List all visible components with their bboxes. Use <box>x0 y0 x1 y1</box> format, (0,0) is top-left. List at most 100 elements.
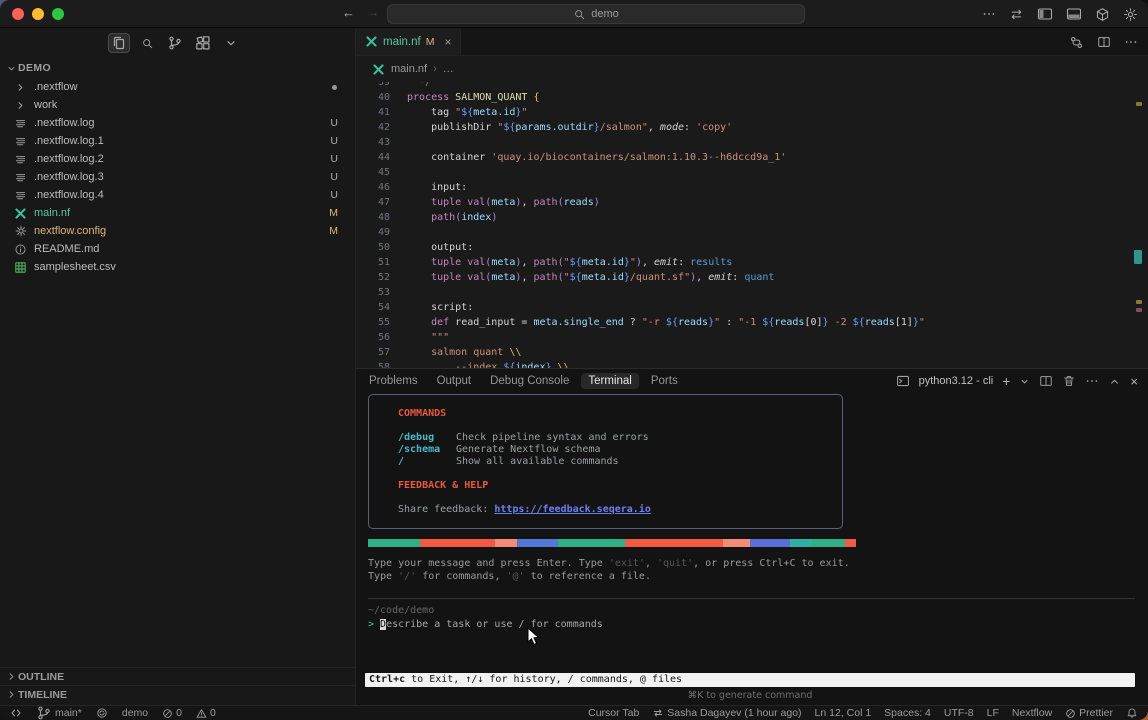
status-item-main-[interactable]: main* <box>36 705 82 720</box>
help-command[interactable]: / <box>398 456 456 468</box>
shell-label[interactable]: python3.12 - cli <box>919 375 994 387</box>
code-line[interactable]: 56 """ <box>356 330 1148 345</box>
tab-main-nf[interactable]: main.nf M × <box>356 28 461 55</box>
code-line[interactable]: 54 script: <box>356 300 1148 315</box>
layout-panel-icon[interactable] <box>1066 6 1082 22</box>
minimize-window-button[interactable] <box>32 8 44 20</box>
file-row[interactable]: .nextflow.log.1U <box>0 132 355 150</box>
file-row[interactable]: README.md <box>0 240 355 258</box>
file-row[interactable]: main.nfM <box>0 204 355 222</box>
panel-tab-output[interactable]: Output <box>430 373 479 389</box>
code-line[interactable]: 46 input: <box>356 180 1148 195</box>
panel-tab-terminal[interactable]: Terminal <box>581 373 638 389</box>
line-text: publishDir "${params.outdir}/salmon", mo… <box>390 120 732 135</box>
gradient-segment <box>812 539 845 547</box>
file-row[interactable]: .nextflow.logU <box>0 114 355 132</box>
terminal-prompt[interactable]: >Describe a task or use / for commands <box>368 618 603 631</box>
code-line[interactable]: 41 tag "${meta.id}" <box>356 105 1148 120</box>
code-line[interactable]: 55 def read_input = meta.single_end ? "-… <box>356 315 1148 330</box>
file-row[interactable]: nextflow.configM <box>0 222 355 240</box>
code-line[interactable]: 53 <box>356 285 1148 300</box>
close-icon[interactable]: × <box>444 35 451 49</box>
code-line[interactable]: 44 container 'quay.io/biocontainers/salm… <box>356 150 1148 165</box>
source-control-icon[interactable] <box>164 33 186 53</box>
search-sidebar-icon[interactable] <box>136 33 158 53</box>
code-line[interactable]: 58 --index ${index} \\ <box>356 360 1148 368</box>
breadcrumb-more[interactable]: … <box>443 63 454 75</box>
files-icon[interactable] <box>108 33 130 53</box>
maximize-panel-icon[interactable] <box>1108 375 1121 388</box>
status-item-lf[interactable]: LF <box>987 707 999 719</box>
kill-terminal-icon[interactable] <box>1062 374 1076 388</box>
more-actions-icon[interactable] <box>1085 374 1099 388</box>
swap-icon[interactable] <box>1009 7 1024 22</box>
status-item-sasha-dagayev-1-hour-ago-[interactable]: Sasha Dagayev (1 hour ago) <box>652 707 801 719</box>
status-item-utf-8[interactable]: UTF-8 <box>944 707 974 719</box>
breadcrumb[interactable]: main.nf › … <box>356 56 1148 82</box>
extensions-icon[interactable] <box>192 33 214 53</box>
status-item-ln-12-col-1[interactable]: Ln 12, Col 1 <box>815 707 872 719</box>
split-terminal-icon[interactable] <box>1039 374 1053 388</box>
code-line[interactable]: 48 path(index) <box>356 210 1148 225</box>
panel-tab-problems[interactable]: Problems <box>362 373 425 389</box>
code-line[interactable]: 50 output: <box>356 240 1148 255</box>
panel-tab-ports[interactable]: Ports <box>644 373 685 389</box>
code-line[interactable]: 40process SALMON_QUANT { <box>356 90 1148 105</box>
open-changes-icon[interactable] <box>1069 35 1084 50</box>
more-actions-icon[interactable] <box>1124 35 1138 49</box>
forward-button[interactable]: → <box>368 7 379 19</box>
status-item[interactable] <box>96 707 108 719</box>
file-row[interactable]: work <box>0 96 355 114</box>
status-item-cursor-tab[interactable]: Cursor Tab <box>588 707 639 719</box>
line-text: tag "${meta.id}" <box>390 105 527 120</box>
panel-tab-debug-console[interactable]: Debug Console <box>483 373 576 389</box>
layout-sidebar-icon[interactable] <box>1037 6 1053 22</box>
code-line[interactable]: 43 <box>356 135 1148 150</box>
close-panel-icon[interactable]: × <box>1130 374 1138 389</box>
feedback-link[interactable]: https://feedback.seqera.io <box>494 504 651 515</box>
more-actions-icon[interactable] <box>982 7 996 21</box>
status-item[interactable] <box>1126 707 1138 719</box>
code-line[interactable]: 49 <box>356 225 1148 240</box>
status-item[interactable] <box>10 707 22 719</box>
gear-icon[interactable] <box>1123 7 1138 22</box>
code-line[interactable]: 57 salmon quant \\ <box>356 345 1148 360</box>
back-button[interactable]: ← <box>342 5 355 20</box>
help-command[interactable]: /debug <box>398 432 456 444</box>
sidebar-section-outline[interactable]: OUTLINE <box>0 667 355 685</box>
code-editor[interactable]: 39 */40process SALMON_QUANT {41 tag "${m… <box>356 82 1148 368</box>
status-item-0[interactable]: 0 <box>162 707 182 719</box>
breadcrumb-file[interactable]: main.nf <box>391 63 427 75</box>
status-item-prettier[interactable]: Prettier <box>1065 707 1113 719</box>
code-line[interactable]: 51 tuple val(meta), path("${meta.id}"), … <box>356 255 1148 270</box>
file-row[interactable]: samplesheet.csv <box>0 258 355 276</box>
split-editor-icon[interactable] <box>1097 35 1111 49</box>
titlebar: ← → demo <box>0 0 1148 28</box>
code-line[interactable]: 42 publishDir "${params.outdir}/salmon",… <box>356 120 1148 135</box>
status-item-spaces-4[interactable]: Spaces: 4 <box>884 707 931 719</box>
code-line[interactable]: 52 tuple val(meta), path("${meta.id}/qua… <box>356 270 1148 285</box>
command-center-search[interactable]: demo <box>387 4 805 24</box>
chevron-down-icon[interactable] <box>220 33 242 53</box>
status-item-demo[interactable]: demo <box>122 707 148 719</box>
code-line[interactable]: 39 */ <box>356 82 1148 90</box>
terminal[interactable]: COMMANDS/debugCheck pipeline syntax and … <box>356 393 1148 705</box>
new-terminal-button[interactable]: + <box>1002 373 1010 389</box>
status-item-0[interactable]: 0 <box>196 707 216 719</box>
file-row[interactable]: .nextflow.log.2U <box>0 150 355 168</box>
file-row[interactable]: .nextflow.log.3U <box>0 168 355 186</box>
file-row[interactable]: .nextflow.log.4U <box>0 186 355 204</box>
table-grid-icon <box>13 261 28 274</box>
zoom-window-button[interactable] <box>52 8 64 20</box>
explorer-section-header[interactable]: DEMO <box>0 58 355 78</box>
chevron-down-icon[interactable] <box>1019 376 1030 387</box>
sidebar-section-timeline[interactable]: TIMELINE <box>0 685 355 703</box>
help-command[interactable]: /schema <box>398 444 456 456</box>
code-line[interactable]: 45 <box>356 165 1148 180</box>
gradient-segment <box>790 539 812 547</box>
status-item-nextflow[interactable]: Nextflow <box>1012 707 1052 719</box>
file-row[interactable]: .nextflow <box>0 78 355 96</box>
code-line[interactable]: 47 tuple val(meta), path(reads) <box>356 195 1148 210</box>
close-window-button[interactable] <box>12 8 24 20</box>
cube-icon[interactable] <box>1095 7 1110 22</box>
